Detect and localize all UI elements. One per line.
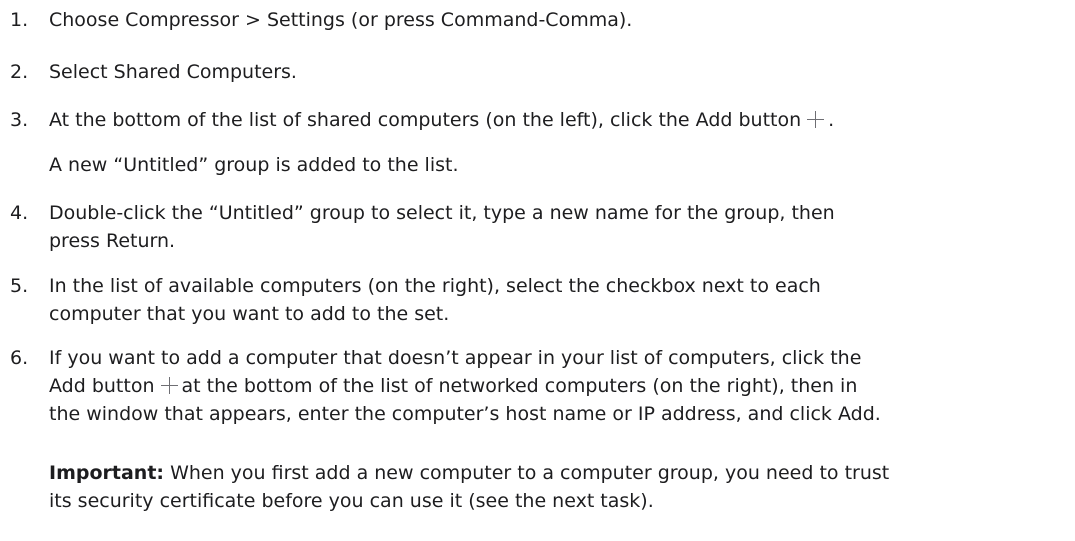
important-label: Important: [49, 462, 165, 484]
step-number: 1. [10, 9, 29, 31]
step-number: 5. [10, 275, 29, 297]
step-text-after-icon: at the bottom of the list of networked c… [181, 375, 858, 397]
important-text: When you first add a new computer to a c… [170, 462, 890, 484]
step-text-after-icon: . [828, 109, 835, 131]
step-text-before-icon: Add button [49, 375, 155, 397]
step-text-before-icon: At the bottom of the list of shared comp… [49, 109, 802, 131]
important-note: Important: When you first add a new comp… [49, 459, 1069, 515]
step-line: the window that appears, enter the compu… [49, 403, 881, 425]
step-line: press Return. [49, 230, 176, 252]
step-line: Double-click the “Untitled” group to sel… [49, 202, 835, 224]
step-text: At the bottom of the list of shared comp… [49, 106, 1070, 134]
step-text: If you want to add a computer that doesn… [49, 344, 1070, 428]
important-line: Important: When you first add a new comp… [49, 459, 1069, 487]
step-line: In the list of available computers (on t… [49, 275, 821, 297]
step-text: Select Shared Computers. [49, 61, 297, 83]
step-3-note: A new “Untitled” group is added to the l… [49, 151, 459, 179]
step-number: 6. [10, 347, 29, 369]
step-text: Double-click the “Untitled” group to sel… [49, 199, 1070, 255]
step-text: Choose Compressor > Settings (or press C… [49, 9, 633, 31]
step-number: 3. [10, 109, 29, 131]
step-text: In the list of available computers (on t… [49, 272, 1070, 328]
add-plus-icon [807, 111, 825, 128]
add-plus-icon [160, 377, 178, 394]
step-line: If you want to add a computer that doesn… [49, 347, 862, 369]
step-number: 2. [10, 61, 29, 83]
step-note: A new “Untitled” group is added to the l… [49, 154, 459, 176]
step-number: 4. [10, 202, 29, 224]
step-line: computer that you want to add to the set… [49, 303, 450, 325]
step-line: Add button at the bottom of the list of n… [49, 372, 1070, 400]
important-line: its security certificate before you can … [49, 490, 654, 512]
